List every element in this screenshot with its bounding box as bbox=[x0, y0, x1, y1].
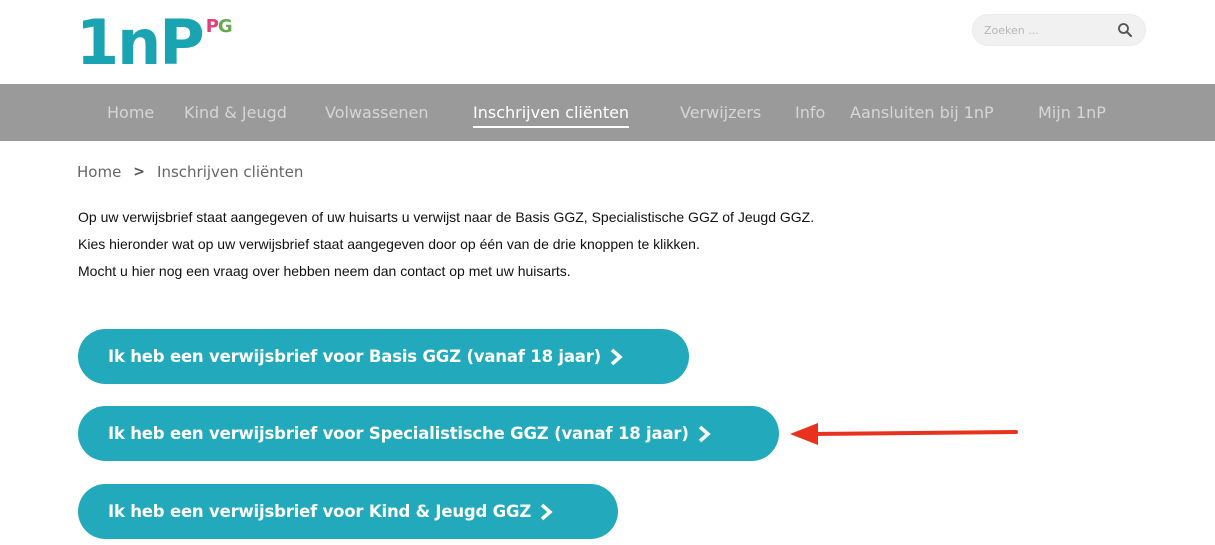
specialistische-ggz-button[interactable]: Ik heb een verwijsbrief voor Specialisti… bbox=[78, 406, 779, 461]
intro-line-3: Mocht u hier nog een vraag over hebben n… bbox=[78, 263, 571, 279]
kind-jeugd-ggz-button[interactable]: Ik heb een verwijsbrief voor Kind & Jeug… bbox=[78, 484, 618, 539]
logo-wordmark: 1nP bbox=[76, 6, 205, 79]
nav-item-kind-jeugd[interactable]: Kind & Jeugd bbox=[184, 103, 287, 123]
main-nav: Home Kind & Jeugd Volwassenen Inschrijve… bbox=[0, 84, 1215, 141]
breadcrumb-separator: > bbox=[133, 164, 146, 180]
site-logo[interactable]: 1nP P G bbox=[76, 6, 233, 79]
chevron-right-icon bbox=[698, 425, 711, 442]
nav-item-verwijzers[interactable]: Verwijzers bbox=[680, 103, 761, 123]
breadcrumb-home-link[interactable]: Home bbox=[77, 163, 121, 181]
breadcrumb: Home > Inschrijven cliënten bbox=[77, 163, 303, 181]
chevron-right-icon bbox=[540, 503, 553, 520]
kind-jeugd-ggz-button-label: Ik heb een verwijsbrief voor Kind & Jeug… bbox=[108, 502, 532, 521]
logo-sup-g: G bbox=[217, 16, 233, 37]
basis-ggz-button[interactable]: Ik heb een verwijsbrief voor Basis GGZ (… bbox=[78, 329, 689, 384]
nav-item-inschrijven-clienten[interactable]: Inschrijven cliënten bbox=[473, 103, 630, 128]
chevron-right-icon bbox=[610, 348, 623, 365]
search-input[interactable] bbox=[984, 21, 1104, 39]
intro-line-1: Op uw verwijsbrief staat aangegeven of u… bbox=[78, 209, 815, 225]
nav-item-mijn-1np[interactable]: Mijn 1nP bbox=[1038, 103, 1106, 123]
search-box bbox=[972, 14, 1146, 46]
specialistische-ggz-button-label: Ik heb een verwijsbrief voor Specialisti… bbox=[108, 424, 689, 443]
search-icon[interactable] bbox=[1117, 22, 1133, 38]
nav-item-home[interactable]: Home bbox=[107, 103, 154, 123]
nav-item-aansluiten[interactable]: Aansluiten bij 1nP bbox=[850, 103, 994, 123]
intro-text: Op uw verwijsbrief staat aangegeven of u… bbox=[78, 204, 814, 285]
basis-ggz-button-label: Ik heb een verwijsbrief voor Basis GGZ (… bbox=[108, 347, 601, 366]
intro-line-2: Kies hieronder wat op uw verwijsbrief st… bbox=[78, 236, 700, 252]
logo-sup-p: P bbox=[205, 16, 219, 37]
logo-superscript: P G bbox=[205, 16, 233, 37]
nav-item-volwassenen[interactable]: Volwassenen bbox=[325, 103, 428, 123]
nav-item-info[interactable]: Info bbox=[795, 103, 825, 123]
annotation-arrow bbox=[790, 423, 1018, 445]
breadcrumb-current: Inschrijven cliënten bbox=[157, 163, 304, 181]
